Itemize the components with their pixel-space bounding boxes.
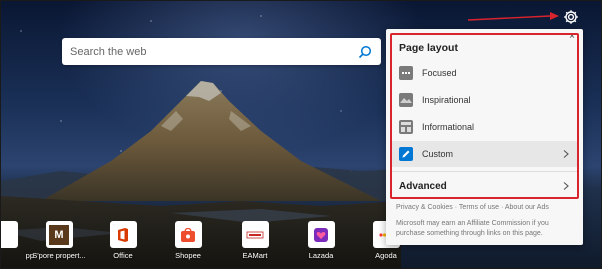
layout-option-label: Informational (422, 122, 475, 132)
advanced-label: Advanced (399, 180, 447, 192)
browser-new-tab-page: pp M S'pore propert... Office (0, 0, 602, 269)
focused-layout-icon (399, 66, 413, 80)
layout-option-label: Focused (422, 68, 457, 78)
search-button[interactable] (357, 44, 373, 60)
about-our-ads-link[interactable]: About our Ads (505, 204, 549, 211)
quick-link-shopee[interactable]: Shopee (158, 221, 218, 260)
page-settings-panel: × Page layout Focused Inspirational Info… (386, 29, 583, 245)
spore-property-logo-icon: M (49, 224, 69, 245)
quick-link-label: EAMart (242, 251, 268, 260)
quick-links: pp M S'pore propert... Office Shopee EAM… (1, 221, 401, 267)
quick-link-spore-property[interactable]: M S'pore propert... (29, 221, 89, 260)
quick-link-tile (109, 221, 137, 248)
inspirational-layout-icon (399, 93, 413, 107)
privacy-cookies-link[interactable]: Privacy & Cookies (396, 204, 453, 211)
layout-option-label: Inspirational (422, 95, 471, 105)
settings-gear-button[interactable] (561, 7, 581, 27)
custom-layout-icon (399, 147, 413, 161)
layout-options-highlight: Page layout Focused Inspirational Inform… (390, 33, 579, 199)
quick-link-label: S'pore propert... (32, 251, 86, 260)
quick-link-tile: M (45, 221, 73, 248)
quick-link-lazada[interactable]: Lazada (291, 221, 351, 260)
footer-separator: · (500, 204, 504, 211)
eamart-logo-icon (246, 231, 264, 238)
quick-link-eamart[interactable]: EAMart (225, 221, 285, 260)
layout-option-custom[interactable]: Custom (392, 141, 577, 167)
layout-option-focused[interactable]: Focused (392, 60, 577, 86)
chevron-right-icon (563, 182, 569, 190)
page-layout-heading: Page layout (399, 42, 458, 54)
layout-option-label: Custom (422, 149, 454, 159)
quick-link-tile (307, 221, 335, 248)
advanced-settings-button[interactable]: Advanced (392, 175, 577, 197)
layout-option-inspirational[interactable]: Inspirational (392, 87, 577, 113)
layout-option-informational[interactable]: Informational (392, 114, 577, 140)
search-input[interactable] (70, 45, 357, 58)
gear-icon (564, 10, 578, 24)
affiliate-disclaimer: Microsoft may earn an Affiliate Commissi… (396, 220, 549, 237)
search-box (62, 38, 381, 65)
quick-link-label: Office (113, 251, 133, 260)
terms-of-use-link[interactable]: Terms of use (459, 204, 499, 211)
quick-link-tile (241, 221, 269, 248)
quick-link-label: Agoda (375, 251, 397, 260)
shopee-logo-icon (181, 227, 195, 242)
quick-link-tile (174, 221, 202, 248)
footer-links: Privacy & Cookies · Terms of use · About… (396, 204, 549, 211)
chevron-right-icon (563, 150, 569, 158)
office-logo-icon (118, 227, 128, 242)
lazada-logo-icon (314, 227, 328, 242)
quick-link-office[interactable]: Office (93, 221, 153, 260)
quick-link-label: Shopee (175, 251, 201, 260)
informational-layout-icon (399, 120, 413, 134)
annotation-arrow (467, 12, 559, 21)
footer-separator: · (454, 204, 458, 211)
quick-link-tile (1, 221, 18, 248)
divider (392, 171, 577, 172)
quick-link-label: Lazada (308, 251, 334, 260)
search-icon (358, 45, 372, 58)
